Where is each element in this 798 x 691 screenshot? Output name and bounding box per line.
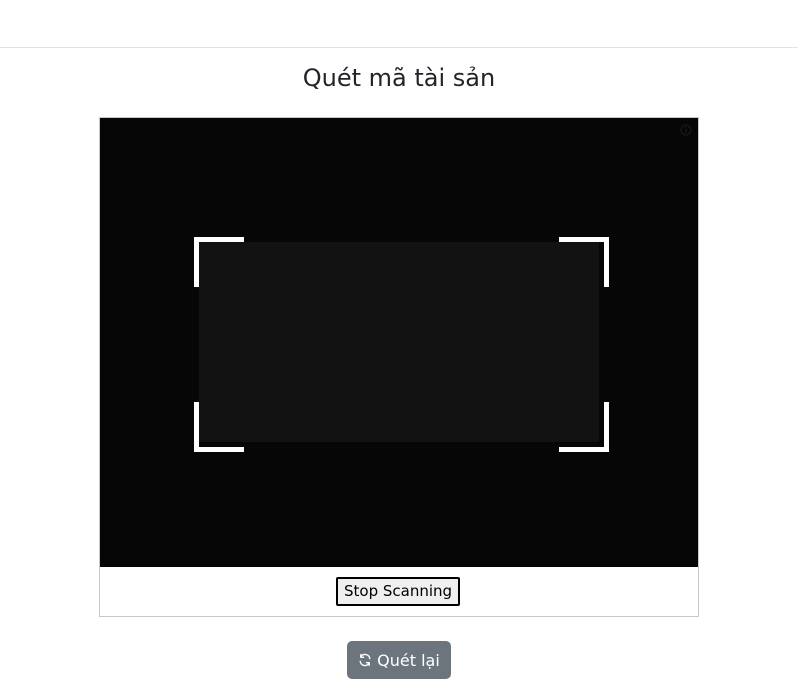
rescan-button[interactable]: Quét lại xyxy=(347,641,451,679)
top-navbar xyxy=(0,0,798,48)
rescan-button-label: Quét lại xyxy=(377,650,440,670)
scan-corner-top-right xyxy=(559,237,609,287)
scan-region xyxy=(199,242,599,442)
page-title: Quét mã tài sản xyxy=(302,64,496,92)
camera-video-feed xyxy=(100,118,698,567)
info-icon[interactable] xyxy=(680,124,692,136)
scan-corner-top-left xyxy=(194,237,244,287)
scan-corner-bottom-right xyxy=(559,402,609,452)
stop-scanning-button[interactable]: Stop Scanning xyxy=(336,577,461,606)
scan-corner-bottom-left xyxy=(194,402,244,452)
refresh-icon xyxy=(358,653,372,667)
qr-scanner-container: Stop Scanning xyxy=(99,117,699,617)
